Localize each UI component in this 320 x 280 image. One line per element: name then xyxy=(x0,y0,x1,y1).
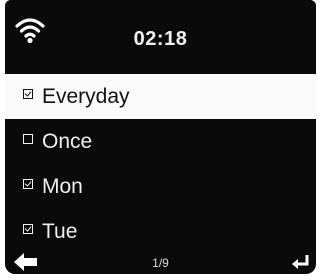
menu-item-label: Mon xyxy=(42,175,83,198)
menu-item-label: Everyday xyxy=(42,85,130,108)
checkbox-checked-icon xyxy=(23,179,33,189)
checkbox-checked-icon xyxy=(23,89,33,99)
clock-time: 02:18 xyxy=(133,28,188,50)
checkbox-unchecked-icon xyxy=(23,134,33,144)
device-screen: 02:18 Everyday Once Mon Tue 1/9 xyxy=(5,0,316,274)
enter-icon[interactable] xyxy=(291,254,311,270)
alarm-repeat-menu: Everyday Once Mon Tue xyxy=(5,74,316,254)
status-bar: 02:18 xyxy=(5,0,316,74)
menu-item-once[interactable]: Once xyxy=(5,119,316,164)
menu-item-everyday[interactable]: Everyday xyxy=(5,74,316,119)
menu-item-label: Once xyxy=(42,130,93,153)
checkbox-checked-icon xyxy=(23,224,33,234)
menu-item-mon[interactable]: Mon xyxy=(5,164,316,209)
page-indicator: 1/9 xyxy=(152,256,169,270)
footer-bar: 1/9 xyxy=(5,252,316,274)
menu-item-tue[interactable]: Tue xyxy=(5,209,316,254)
menu-item-label: Tue xyxy=(42,220,78,243)
